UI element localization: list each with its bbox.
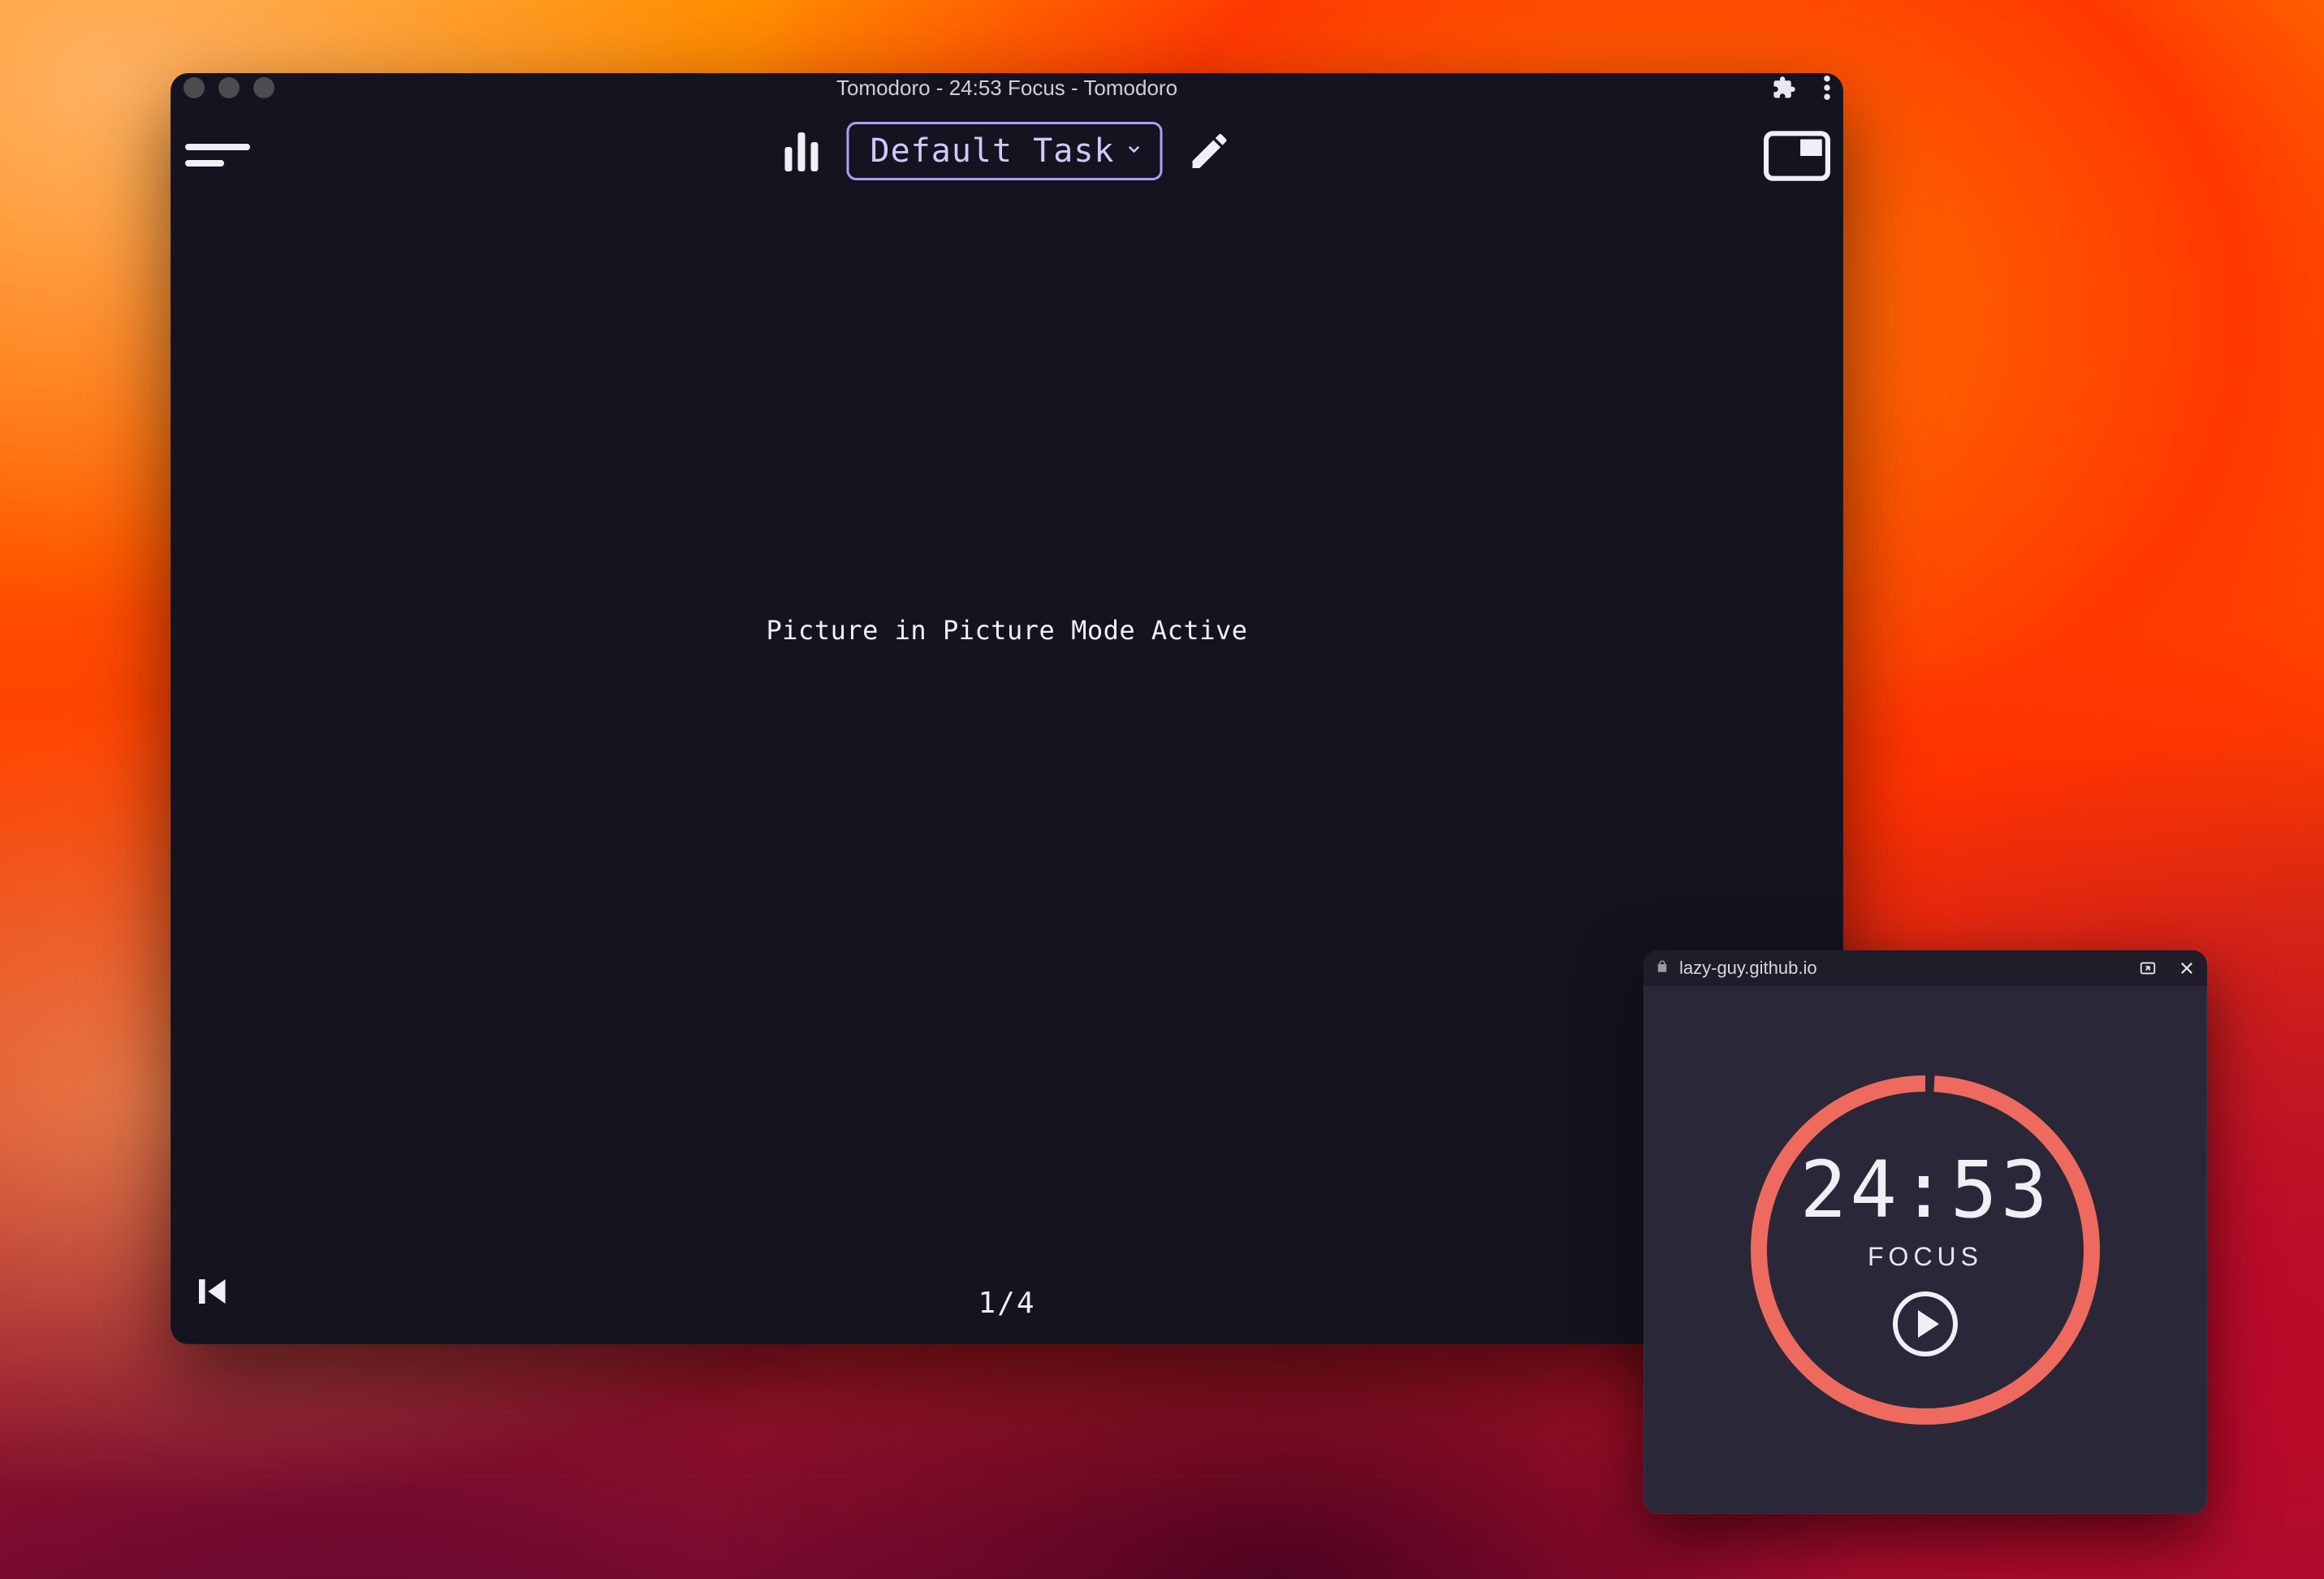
pip-titlebar[interactable]: lazy-guy.github.io	[1644, 950, 2207, 986]
app-footer: 1/4	[171, 1247, 1843, 1344]
task-selector[interactable]: Default Task	[847, 122, 1163, 180]
window-zoom-button[interactable]	[253, 77, 274, 98]
timer-mode-label: FOCUS	[1868, 1242, 1983, 1272]
pip-host-label: lazy-guy.github.io	[1679, 958, 1817, 979]
timer-time: 24:53	[1800, 1144, 2051, 1235]
menu-icon[interactable]	[185, 139, 250, 171]
play-icon	[1918, 1310, 1939, 1338]
window-traffic-lights	[184, 77, 274, 98]
window-title: Tomodoro - 24:53 Focus - Tomodoro	[171, 76, 1843, 101]
play-button[interactable]	[1893, 1291, 1958, 1356]
pip-active-message: Picture in Picture Mode Active	[767, 615, 1248, 646]
window-close-button[interactable]	[184, 77, 205, 98]
app-toolbar: Default Task	[171, 102, 1843, 208]
extensions-icon[interactable]	[1772, 76, 1796, 100]
pip-body: 24:53 FOCUS	[1644, 986, 2207, 1514]
app-body: Picture in Picture Mode Active	[171, 208, 1843, 1247]
browser-menu-icon[interactable]	[1824, 76, 1830, 100]
chevron-down-icon	[1125, 140, 1142, 162]
window-minimize-button[interactable]	[218, 77, 240, 98]
back-to-tab-icon[interactable]	[2139, 959, 2157, 977]
stats-icon[interactable]	[782, 131, 823, 171]
timer-ring: 24:53 FOCUS	[1747, 1071, 2104, 1429]
session-progress: 1/4	[171, 1287, 1843, 1320]
lock-icon	[1655, 958, 1670, 979]
app-window: Tomodoro - 24:53 Focus - Tomodoro De	[171, 73, 1843, 1344]
pip-window: lazy-guy.github.io 24:53 FOCUS	[1644, 950, 2207, 1514]
close-icon[interactable]	[2178, 959, 2196, 977]
picture-in-picture-icon[interactable]	[1764, 131, 1829, 180]
edit-icon[interactable]	[1186, 128, 1232, 174]
window-titlebar: Tomodoro - 24:53 Focus - Tomodoro	[171, 73, 1843, 102]
task-selector-label: Default Task	[870, 132, 1115, 170]
